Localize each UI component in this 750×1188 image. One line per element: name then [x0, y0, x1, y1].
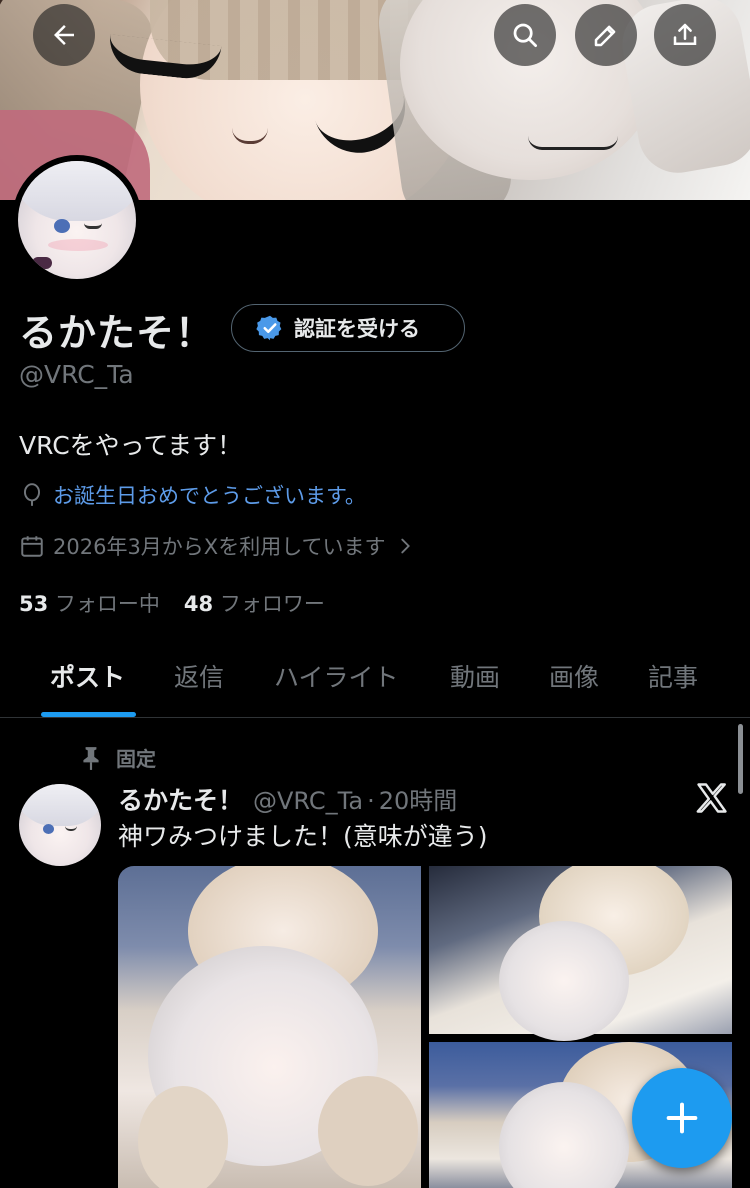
profile-tabs: ポスト 返信 ハイライト 動画 画像 記事 [0, 640, 750, 718]
get-verified-button[interactable]: 認証を受ける [231, 304, 465, 352]
following-link[interactable]: 53 フォロー中 [19, 588, 160, 618]
joined-row[interactable]: 2026年3月からXを利用しています [19, 531, 416, 561]
following-count: 53 [19, 592, 49, 616]
balloon-icon [23, 483, 41, 506]
pin-icon [83, 746, 99, 770]
active-tab-indicator [41, 712, 136, 717]
tab-videos[interactable]: 動画 [450, 658, 500, 694]
display-name: るかたそ！ [19, 311, 215, 355]
scrollbar[interactable] [738, 724, 743, 794]
profile-avatar[interactable] [12, 155, 142, 285]
post-author-name[interactable]: るかたそ！ [118, 781, 243, 817]
x-logo-icon[interactable] [694, 780, 730, 816]
post-separator: · [367, 787, 375, 815]
profile-bio: VRCをやってます！ [19, 431, 243, 460]
verified-badge-icon [256, 315, 282, 341]
share-icon [673, 23, 697, 45]
search-icon [513, 23, 537, 47]
pinned-label: 固定 [116, 747, 156, 771]
birthday-text: お誕生日おめでとうございます。 [53, 484, 366, 508]
plus-icon [666, 1102, 698, 1134]
tab-posts[interactable]: ポスト [50, 658, 125, 694]
pencil-icon [594, 25, 616, 47]
followers-label: フォロワー [219, 592, 325, 616]
post-image-1[interactable] [118, 866, 421, 1188]
followers-link[interactable]: 48 フォロワー [184, 588, 325, 618]
search-button[interactable] [494, 4, 556, 66]
joined-text: 2026年3月からXを利用しています [53, 535, 386, 559]
tab-images[interactable]: 画像 [549, 658, 599, 694]
get-verified-label: 認証を受ける [294, 317, 420, 341]
tab-highlights[interactable]: ハイライト [274, 658, 399, 694]
post-time[interactable]: 20時間 [379, 781, 458, 816]
post-header: るかたそ！ @VRC_Ta · 20時間 [118, 781, 457, 817]
post-author-handle[interactable]: @VRC_Ta [253, 787, 363, 815]
arrow-left-icon [54, 25, 74, 45]
post-image-2[interactable] [429, 866, 732, 1041]
compose-post-button[interactable] [632, 1068, 732, 1168]
calendar-icon [21, 536, 43, 557]
post-author-avatar[interactable] [19, 784, 101, 866]
share-button[interactable] [654, 4, 716, 66]
followers-count: 48 [183, 592, 214, 616]
profile-handle: @VRC_Ta [19, 360, 134, 389]
chevron-right-icon [400, 538, 410, 554]
pinned-label-row: 固定 [80, 743, 156, 772]
post-text: 神ワみつけました！(意味が違う) [118, 822, 488, 851]
follow-stats: 53 フォロー中 48 フォロワー [19, 588, 325, 618]
birthday-row: お誕生日おめでとうございます。 [19, 480, 366, 510]
following-label: フォロー中 [54, 592, 160, 616]
tab-replies[interactable]: 返信 [174, 658, 224, 694]
back-button[interactable] [33, 4, 95, 66]
edit-button[interactable] [575, 4, 637, 66]
tab-articles[interactable]: 記事 [648, 658, 698, 694]
